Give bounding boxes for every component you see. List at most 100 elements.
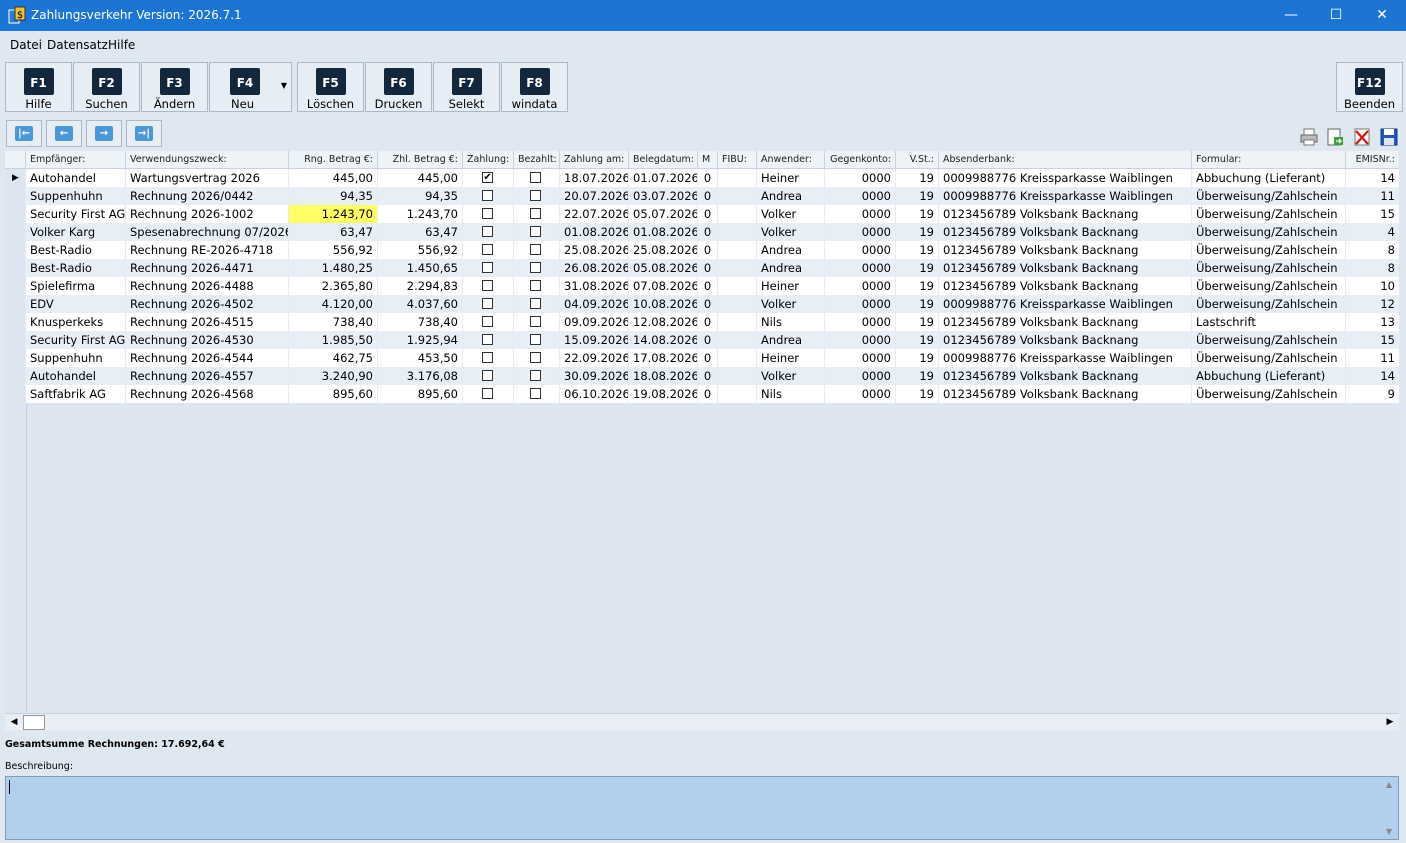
cell-document-date[interactable]: 14.08.2026	[629, 331, 698, 349]
cell-offset-account[interactable]: 0000	[825, 385, 896, 403]
paid-checkbox[interactable]	[530, 244, 541, 255]
cell-payment-amount[interactable]: 3.176,08	[378, 367, 463, 385]
payment-checkbox[interactable]	[482, 190, 493, 201]
cell-offset-account[interactable]: 0000	[825, 205, 896, 223]
column-header-user[interactable]: Anwender:	[757, 151, 825, 169]
row-selector[interactable]	[5, 295, 26, 313]
payment-checkbox[interactable]	[482, 208, 493, 219]
cell-user[interactable]: Andrea	[757, 331, 825, 349]
cell-form[interactable]: Überweisung/Zahlschein	[1192, 385, 1346, 403]
minimize-button[interactable]: —	[1268, 0, 1314, 31]
previous-record-button[interactable]: ←	[46, 120, 82, 147]
cell-form[interactable]: Überweisung/Zahlschein	[1192, 349, 1346, 367]
printer-icon[interactable]	[1299, 127, 1319, 147]
cell-emis-number[interactable]: 13	[1346, 313, 1399, 331]
cell-user[interactable]: Andrea	[757, 241, 825, 259]
cell-sender-bank[interactable]: 0009988776 Kreissparkasse Waiblingen	[939, 169, 1192, 187]
cell-emis-number[interactable]: 11	[1346, 349, 1399, 367]
column-header-recipient[interactable]: Empfänger:	[26, 151, 126, 169]
cell-recipient[interactable]: Best-Radio	[26, 241, 126, 259]
payment-checkbox[interactable]	[482, 370, 493, 381]
cell-sender-bank[interactable]: 0123456789 Volksbank Backnang	[939, 259, 1192, 277]
cell-sender-bank[interactable]: 0009988776 Kreissparkasse Waiblingen	[939, 295, 1192, 313]
f7-select-button[interactable]: F7 Selekt	[433, 62, 500, 112]
cell-sender-bank[interactable]: 0009988776 Kreissparkasse Waiblingen	[939, 349, 1192, 367]
cell-offset-account[interactable]: 0000	[825, 169, 896, 187]
cell-emis-number[interactable]: 9	[1346, 385, 1399, 403]
cell-form[interactable]: Lastschrift	[1192, 313, 1346, 331]
cell-purpose[interactable]: Rechnung 2026-4515	[126, 313, 289, 331]
cell-user[interactable]: Nils	[757, 385, 825, 403]
paid-checkbox[interactable]	[530, 298, 541, 309]
column-header-emis-number[interactable]: EMISNr.:	[1346, 151, 1399, 169]
paid-checkbox[interactable]	[530, 226, 541, 237]
cell-tax-rate[interactable]: 19	[896, 331, 939, 349]
cell-document-date[interactable]: 01.08.2026	[629, 223, 698, 241]
cell-payment-amount[interactable]: 2.294,83	[378, 277, 463, 295]
cell-offset-account[interactable]: 0000	[825, 331, 896, 349]
cell-emis-number[interactable]: 11	[1346, 187, 1399, 205]
cell-recipient[interactable]: Suppenhuhn	[26, 187, 126, 205]
cell-payment-date[interactable]: 30.09.2026	[560, 367, 629, 385]
cell-sender-bank[interactable]: 0123456789 Volksbank Backnang	[939, 277, 1192, 295]
row-selector[interactable]	[5, 331, 26, 349]
column-header-form[interactable]: Formular:	[1192, 151, 1346, 169]
cell-form[interactable]: Abbuchung (Lieferant)	[1192, 169, 1346, 187]
cell-emis-number[interactable]: 14	[1346, 367, 1399, 385]
cell-recipient[interactable]: Knusperkeks	[26, 313, 126, 331]
payment-checkbox[interactable]	[482, 280, 493, 291]
cell-offset-account[interactable]: 0000	[825, 295, 896, 313]
cell-fibu[interactable]	[718, 313, 757, 331]
cell-invoice-amount[interactable]: 3.240,90	[289, 367, 378, 385]
cell-invoice-amount[interactable]: 556,92	[289, 241, 378, 259]
cell-sender-bank[interactable]: 0123456789 Volksbank Backnang	[939, 241, 1192, 259]
cell-document-date[interactable]: 25.08.2026	[629, 241, 698, 259]
cell-form[interactable]: Überweisung/Zahlschein	[1192, 331, 1346, 349]
cell-form[interactable]: Überweisung/Zahlschein	[1192, 277, 1346, 295]
cell-purpose[interactable]: Spesenabrechnung 07/2026	[126, 223, 289, 241]
horizontal-scrollbar[interactable]: ◀ ▶	[5, 713, 1399, 730]
cell-payment-amount[interactable]: 4.037,60	[378, 295, 463, 313]
cell-payment-amount[interactable]: 1.450,65	[378, 259, 463, 277]
table-row[interactable]: Saftfabrik AG Rechnung 2026-4568 895,60 895…	[5, 385, 1399, 403]
cell-invoice-amount[interactable]: 462,75	[289, 349, 378, 367]
cell-emis-number[interactable]: 15	[1346, 331, 1399, 349]
table-row[interactable]: Knusperkeks Rechnung 2026-4515 738,40 738,4…	[5, 313, 1399, 331]
cell-document-date[interactable]: 10.08.2026	[629, 295, 698, 313]
row-selector[interactable]	[5, 241, 26, 259]
row-selector[interactable]	[5, 187, 26, 205]
cell-recipient[interactable]: Saftfabrik AG	[26, 385, 126, 403]
cell-payment-date[interactable]: 01.08.2026	[560, 223, 629, 241]
cell-purpose[interactable]: Rechnung 2026-1002	[126, 205, 289, 223]
cell-document-date[interactable]: 12.08.2026	[629, 313, 698, 331]
table-row[interactable]: Suppenhuhn Rechnung 2026/0442 94,35 94,35 20…	[5, 187, 1399, 205]
cell-document-date[interactable]: 18.08.2026	[629, 367, 698, 385]
first-record-button[interactable]: |←	[6, 120, 42, 147]
cell-document-date[interactable]: 01.07.2026	[629, 169, 698, 187]
menu-datei[interactable]: Datei	[10, 38, 42, 52]
cell-payment-amount[interactable]: 63,47	[378, 223, 463, 241]
cell-fibu[interactable]	[718, 367, 757, 385]
cell-document-date[interactable]: 05.08.2026	[629, 259, 698, 277]
cell-purpose[interactable]: Rechnung 2026-4530	[126, 331, 289, 349]
cell-fibu[interactable]	[718, 385, 757, 403]
row-selector[interactable]	[5, 385, 26, 403]
cell-offset-account[interactable]: 0000	[825, 367, 896, 385]
cell-tax-rate[interactable]: 19	[896, 295, 939, 313]
paid-checkbox[interactable]	[530, 208, 541, 219]
cell-offset-account[interactable]: 0000	[825, 223, 896, 241]
cell-fibu[interactable]	[718, 205, 757, 223]
cell-offset-account[interactable]: 0000	[825, 313, 896, 331]
cell-m[interactable]: 0	[698, 277, 718, 295]
cell-form[interactable]: Überweisung/Zahlschein	[1192, 187, 1346, 205]
paid-checkbox[interactable]	[530, 334, 541, 345]
cell-recipient[interactable]: Spielefirma	[26, 277, 126, 295]
column-header-payment[interactable]: Zahlung:	[463, 151, 514, 169]
cell-recipient[interactable]: Security First AG	[26, 205, 126, 223]
column-header-payment-amount[interactable]: Zhl. Betrag €:	[378, 151, 463, 169]
cell-user[interactable]: Volker	[757, 205, 825, 223]
column-header-m[interactable]: M	[698, 151, 718, 169]
cell-m[interactable]: 0	[698, 331, 718, 349]
cell-offset-account[interactable]: 0000	[825, 349, 896, 367]
payment-checkbox[interactable]	[482, 352, 493, 363]
